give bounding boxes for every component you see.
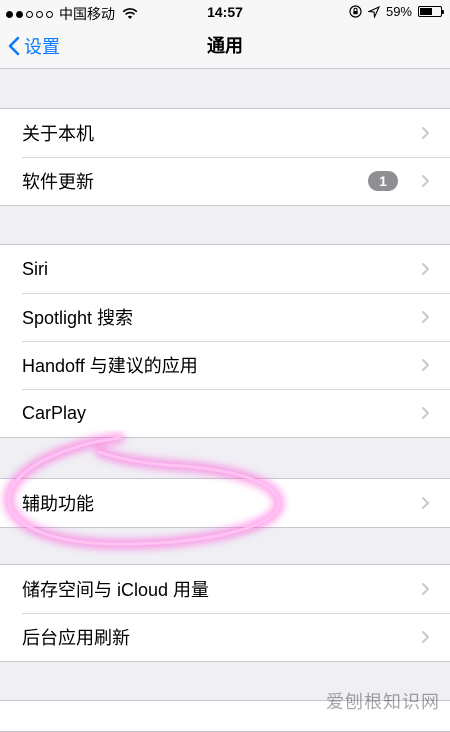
- navigation-bar: 设置 通用: [0, 24, 450, 69]
- settings-group-about: 关于本机 软件更新 1: [0, 108, 450, 206]
- row-label: 软件更新: [22, 172, 94, 192]
- row-handoff[interactable]: Handoff 与建议的应用: [0, 341, 450, 389]
- chevron-right-icon: [421, 174, 430, 188]
- row-about[interactable]: 关于本机: [0, 109, 450, 157]
- row-storage-icloud[interactable]: 储存空间与 iCloud 用量: [0, 565, 450, 613]
- settings-group-accessibility: 辅助功能: [0, 478, 450, 528]
- battery-fill: [420, 8, 432, 15]
- chevron-right-icon: [421, 126, 430, 140]
- row-background-refresh[interactable]: 后台应用刷新: [0, 613, 450, 661]
- row-accessibility[interactable]: 辅助功能: [0, 479, 450, 527]
- chevron-right-icon: [421, 262, 430, 276]
- status-bar: 中国移动 14:57 59%: [0, 0, 450, 24]
- settings-group-storage: 储存空间与 iCloud 用量 后台应用刷新: [0, 564, 450, 662]
- row-label: 关于本机: [22, 124, 94, 144]
- row-label: Handoff 与建议的应用: [22, 356, 198, 376]
- chevron-right-icon: [421, 358, 430, 372]
- row-label: CarPlay: [22, 402, 87, 423]
- chevron-right-icon: [421, 630, 430, 644]
- page-title: 通用: [207, 36, 243, 56]
- row-siri[interactable]: Siri: [0, 245, 450, 293]
- chevron-right-icon: [421, 496, 430, 510]
- settings-group-features: Siri Spotlight 搜索 Handoff 与建议的应用 CarPlay: [0, 244, 450, 438]
- battery-percent: 59%: [385, 4, 412, 19]
- row-carplay[interactable]: CarPlay: [0, 389, 450, 437]
- row-software-update[interactable]: 软件更新 1: [0, 157, 450, 205]
- row-spotlight-search[interactable]: Spotlight 搜索: [0, 293, 450, 341]
- chevron-right-icon: [421, 310, 430, 324]
- watermark-text: 爱刨根知识网: [326, 692, 440, 713]
- row-label: 辅助功能: [22, 494, 94, 514]
- orientation-lock-icon: [349, 5, 362, 18]
- location-arrow-icon: [367, 5, 380, 18]
- chevron-right-icon: [421, 582, 430, 596]
- update-count-badge: 1: [368, 171, 398, 191]
- row-label: Spotlight 搜索: [22, 308, 134, 328]
- battery-icon: [418, 6, 444, 17]
- row-label: 后台应用刷新: [22, 628, 130, 648]
- row-label: Siri: [22, 258, 48, 279]
- chevron-right-icon: [421, 406, 430, 420]
- row-label: 储存空间与 iCloud 用量: [22, 580, 210, 600]
- status-right: 59%: [349, 4, 444, 19]
